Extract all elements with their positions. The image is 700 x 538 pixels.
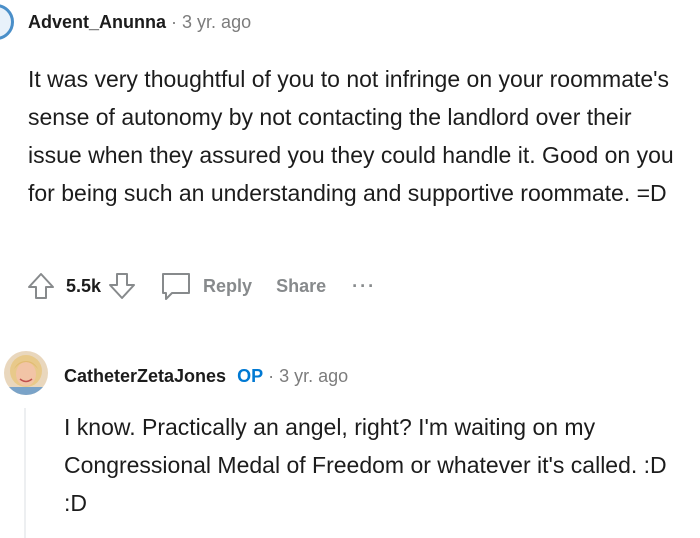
share-button[interactable]: Share xyxy=(276,276,326,297)
vote-score: 5.5k xyxy=(66,275,102,296)
reply-button[interactable]: Reply xyxy=(159,270,252,302)
thread-line[interactable] xyxy=(24,408,26,538)
more-icon[interactable]: ··· xyxy=(352,276,376,297)
upvote-button[interactable] xyxy=(24,269,58,303)
username[interactable]: CatheterZetaJones xyxy=(64,366,226,386)
comment-catheterzetajones: CatheterZetaJones OP · 3 yr. ago I know.… xyxy=(0,340,700,538)
meta-separator: · xyxy=(268,366,275,386)
downvote-icon xyxy=(109,273,136,299)
op-badge: OP xyxy=(237,366,264,386)
meta-separator: · xyxy=(171,12,178,32)
avatar-image xyxy=(4,351,48,395)
reply-label: Reply xyxy=(203,275,253,296)
comment-meta: CatheterZetaJones OP · 3 yr. ago xyxy=(64,366,348,387)
comment-bubble-icon xyxy=(162,273,191,300)
timestamp[interactable]: 3 yr. ago xyxy=(279,366,348,386)
comment-meta: Advent_Anunna · 3 yr. ago xyxy=(28,12,251,33)
timestamp[interactable]: 3 yr. ago xyxy=(182,12,251,32)
comment-actions: 5.5k Reply Share ··· xyxy=(24,267,376,305)
upvote-icon xyxy=(28,273,54,299)
avatar[interactable] xyxy=(4,351,48,395)
username[interactable]: Advent_Anunna xyxy=(28,12,166,32)
avatar[interactable] xyxy=(0,4,14,40)
comment-body: I know. Practically an angel, right? I'm… xyxy=(64,414,667,516)
downvote-button[interactable] xyxy=(105,269,139,303)
comment-body: It was very thoughtful of you to not inf… xyxy=(28,66,674,206)
